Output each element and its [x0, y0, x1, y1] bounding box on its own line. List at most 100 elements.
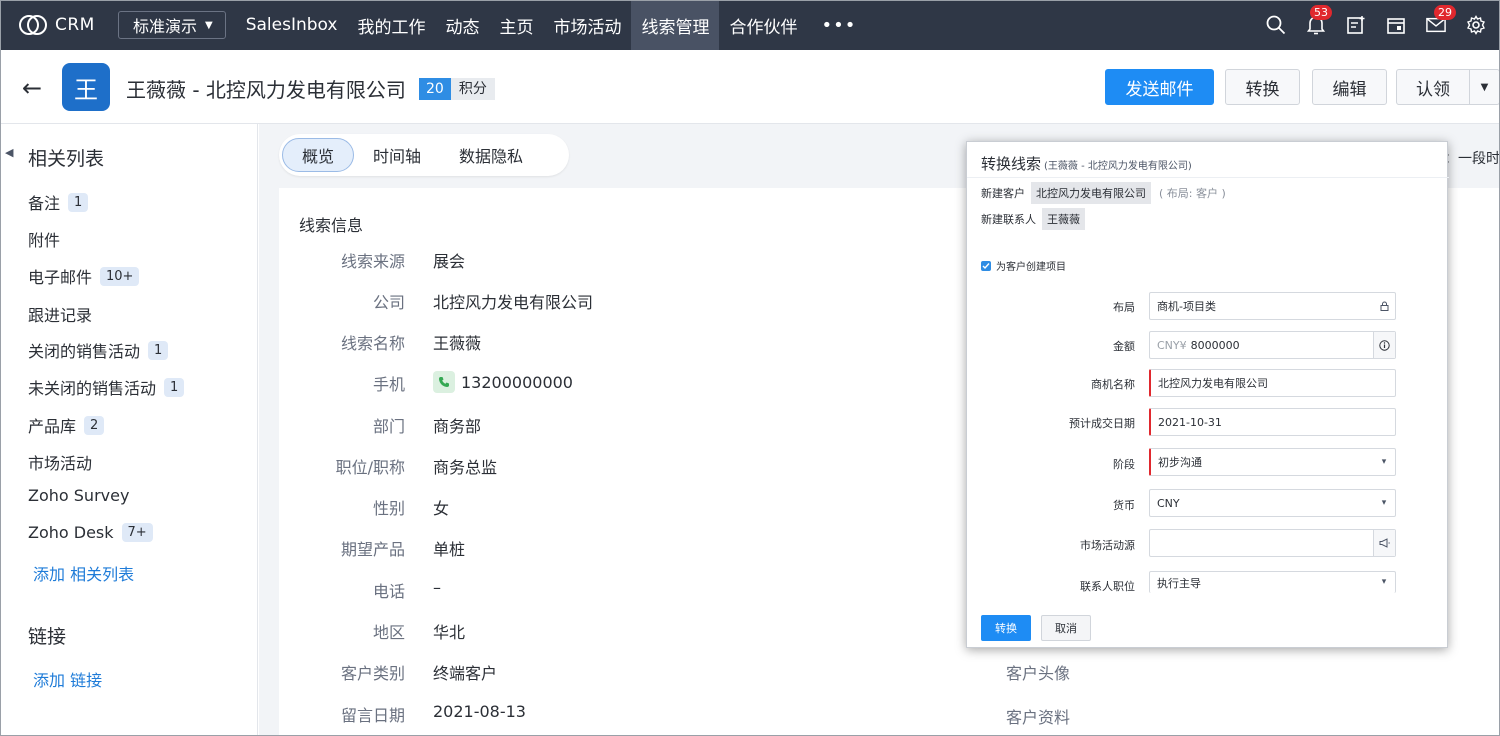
nav-tab-leads[interactable]: 线索管理 — [631, 0, 720, 50]
tab-data-privacy[interactable]: 数据隐私 — [440, 138, 542, 172]
field-job-title: 职位/职称 商务总监 — [335, 458, 498, 477]
related-item-zoho-survey[interactable]: Zoho Survey — [28, 486, 129, 505]
new-contact-row: 新建联系人 王薇薇 — [981, 208, 1085, 230]
lock-icon — [1373, 293, 1395, 319]
cancel-button[interactable]: 取消 — [1041, 615, 1091, 641]
related-item-followups[interactable]: 跟进记录 — [28, 302, 92, 326]
related-item-closed-activities[interactable]: 关闭的销售活动 1 — [28, 338, 169, 362]
nav-tab-partners[interactable]: 合作伙伴 — [719, 0, 807, 50]
nav-tab-feeds[interactable]: 动态 — [435, 0, 489, 50]
layout-note: ( 布局: 客户 ) — [1159, 187, 1226, 200]
back-arrow-icon[interactable]: ← — [22, 76, 42, 100]
customer-profile-label: 客户资料 — [1006, 708, 1071, 727]
edit-button[interactable]: 编辑 — [1312, 69, 1387, 105]
field-gender: 性别女 — [372, 499, 450, 518]
top-nav: CRM 标准演示 ▼ SalesInbox 我的工作 动态 主页 市场活动 线索… — [0, 0, 1500, 50]
count-badge: 1 — [68, 192, 89, 212]
count-badge: 1 — [164, 377, 185, 397]
nav-tab-home[interactable]: 主页 — [489, 0, 543, 50]
related-item-open-activities[interactable]: 未关闭的销售活动 1 — [28, 375, 185, 399]
chevron-down-icon: ▾ — [1381, 577, 1387, 587]
calendar-icon[interactable] — [1386, 15, 1406, 35]
checkbox-checked-icon[interactable] — [981, 260, 991, 271]
claim-button[interactable]: 认领 — [1396, 69, 1470, 105]
tab-timeline[interactable]: 时间轴 — [354, 138, 440, 172]
notification-bell-icon[interactable]: 53 — [1306, 5, 1332, 35]
phone-icon[interactable] — [433, 371, 455, 393]
convert-confirm-button[interactable]: 转换 — [981, 615, 1031, 641]
closing-date-label: 预计成交日期 — [1069, 417, 1135, 430]
stage-select[interactable]: 初步沟通 ▾ — [1149, 448, 1396, 476]
nav-actions: 53 29 — [1266, 0, 1486, 50]
related-item-notes[interactable]: 备注 1 — [28, 190, 89, 214]
customer-avatar-label: 客户头像 — [1006, 664, 1071, 683]
field-message-date: 留言日期 2021-08-13 — [340, 702, 526, 725]
convert-button[interactable]: 转换 — [1225, 69, 1300, 105]
create-deal-checkbox[interactable]: 为客户创建项目 — [981, 258, 1066, 273]
related-list-sidebar: ◀ 相关列表 备注 1 附件 电子邮件 10+ 跟进记录 关闭的销售活动 1 未关闭的… — [0, 124, 258, 736]
related-item-emails[interactable]: 电子邮件 10+ — [28, 264, 140, 288]
deal-name-field[interactable]: 北控风力发电有限公司 — [1149, 369, 1396, 397]
count-badge: 1 — [148, 340, 169, 360]
org-name: 标准演示 — [133, 17, 198, 36]
logo-text: CRM — [55, 15, 95, 35]
currency-prefix: CNY¥ — [1157, 338, 1187, 352]
collapse-sidebar-icon[interactable]: ◀ — [5, 146, 13, 159]
avatar: 王 — [62, 63, 110, 111]
crm-logo[interactable]: CRM — [18, 14, 110, 36]
contact-role-label: 联系人职位 — [1080, 580, 1135, 593]
field-department: 部门 商务部 — [372, 417, 482, 436]
record-tabs: 概览 时间轴 数据隐私 — [279, 134, 569, 176]
links-title: 链接 — [28, 626, 67, 648]
record-title: 王薇薇 - 北控风力发电有限公司 — [126, 78, 406, 102]
nav-tab-salesinbox[interactable]: SalesInbox — [236, 0, 348, 50]
campaign-source-field[interactable] — [1149, 529, 1396, 557]
chevron-down-icon: ▾ — [1381, 498, 1387, 508]
module-tabs: SalesInbox 我的工作 动态 主页 市场活动 线索管理 合作伙伴 ••• — [236, 0, 871, 50]
mobile-value[interactable]: 13200000000 — [461, 373, 573, 392]
add-note-icon[interactable] — [1346, 15, 1366, 35]
field-customer-type: 客户类别 终端客户 — [340, 664, 498, 683]
currency-label: 货币 — [1113, 499, 1135, 512]
stage-label: 阶段 — [1113, 458, 1135, 471]
mail-icon[interactable]: 29 — [1426, 5, 1456, 35]
related-item-zoho-desk[interactable]: Zoho Desk 7+ — [28, 523, 153, 542]
more-actions-dropdown[interactable]: ▼ — [1470, 69, 1500, 105]
campaign-source-label: 市场活动源 — [1080, 539, 1135, 552]
currency-select[interactable]: CNY ▾ — [1149, 489, 1396, 517]
tab-overview[interactable]: 概览 — [282, 138, 355, 172]
field-expected-product: 期望产品 单桩 — [340, 540, 466, 559]
org-selector[interactable]: 标准演示 ▼ — [118, 11, 226, 39]
new-account-chip: 北控风力发电有限公司 — [1031, 182, 1151, 204]
gear-icon[interactable] — [1466, 15, 1486, 35]
nav-tab-my-work[interactable]: 我的工作 — [347, 0, 435, 50]
add-related-list-link[interactable]: 添加 相关列表 — [33, 561, 134, 585]
search-icon[interactable] — [1266, 15, 1286, 35]
divider — [967, 177, 1449, 178]
related-item-products[interactable]: 产品库 2 — [28, 413, 105, 437]
layout-field[interactable]: 商机-项目类 — [1149, 292, 1396, 320]
megaphone-icon[interactable] — [1373, 530, 1395, 556]
nav-more-button[interactable]: ••• — [807, 0, 870, 50]
score-badge: 20 积分 — [419, 78, 495, 100]
contact-role-select[interactable]: 执行主导 ▾ — [1149, 571, 1396, 593]
chevron-down-icon: ▼ — [1480, 81, 1489, 93]
notification-count-badge: 53 — [1310, 5, 1332, 20]
chevron-down-icon: ▾ — [1381, 457, 1387, 467]
related-item-campaigns[interactable]: 市场活动 — [28, 450, 92, 474]
amount-field[interactable]: CNY¥ 8000000 — [1149, 331, 1396, 359]
zoho-logo-icon — [18, 14, 48, 36]
related-item-attachments[interactable]: 附件 — [28, 227, 60, 251]
info-icon[interactable] — [1373, 332, 1395, 358]
count-badge: 2 — [84, 415, 105, 435]
closing-date-field[interactable]: 2021-10-31 — [1149, 408, 1396, 436]
field-lead-source: 线索来源 展会 — [340, 252, 466, 271]
score-label: 积分 — [450, 78, 495, 100]
new-contact-chip: 王薇薇 — [1042, 208, 1085, 230]
add-link-link[interactable]: 添加 链接 — [33, 667, 102, 691]
layout-label: 布局 — [1113, 301, 1135, 314]
time-filter-hint: ：一段时 — [1444, 151, 1500, 167]
send-mail-button[interactable]: 发送邮件 — [1105, 69, 1214, 105]
field-mobile: 手机 13200000000 — [372, 371, 573, 394]
nav-tab-campaigns[interactable]: 市场活动 — [543, 0, 631, 50]
